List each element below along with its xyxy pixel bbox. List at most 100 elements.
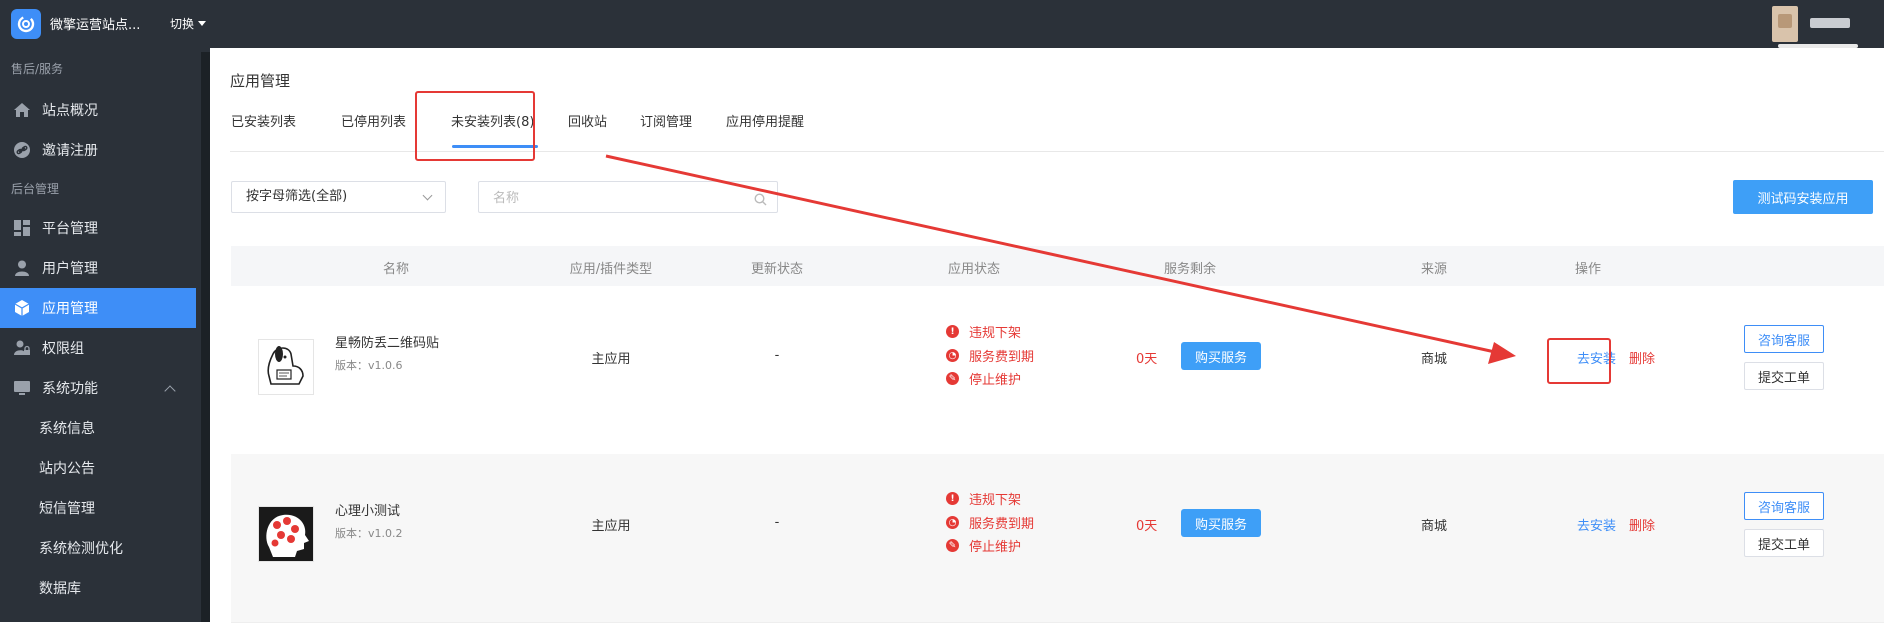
column-header-actions: 操作 xyxy=(1574,262,1602,277)
alert-icon: ! xyxy=(946,492,959,505)
table-row: 心理小测试 版本：v1.0.2 主应用 - ! 违规下架 ◔ 服务费到期 ✎ 停止维护… xyxy=(231,454,1884,623)
app-thumbnail-dog xyxy=(258,339,314,395)
sidebar-section-after-sales: 售后/服务 xyxy=(11,62,64,76)
alert-icon: ! xyxy=(946,325,959,338)
sidebar-subitem-system-check[interactable]: 系统检测优化 xyxy=(39,528,123,568)
sidebar-item-apps[interactable]: 应用管理 xyxy=(0,288,196,328)
table-header: 名称 应用/插件类型 更新状态 应用状态 服务剩余 来源 操作 xyxy=(231,246,1884,286)
cube-icon xyxy=(12,298,32,318)
tab-disabled[interactable]: 已停用列表 xyxy=(341,111,406,130)
update-status: - xyxy=(774,515,780,530)
app-type: 主应用 xyxy=(591,519,631,534)
sidebar-item-platform[interactable]: 平台管理 xyxy=(0,208,196,248)
sidebar-item-permissions[interactable]: 权限组 xyxy=(0,328,196,368)
logo-icon[interactable] xyxy=(11,9,41,39)
grid-icon xyxy=(12,218,32,238)
column-header-name: 名称 xyxy=(382,262,410,277)
service-days: 0天 xyxy=(1136,352,1158,367)
caret-down-icon xyxy=(198,21,207,26)
letter-filter-select[interactable]: 按字母筛选(全部) xyxy=(231,181,446,213)
clock-icon: ◔ xyxy=(946,349,959,362)
delete-link[interactable]: 删除 xyxy=(1629,515,1655,534)
user-avatar[interactable] xyxy=(1764,0,1884,48)
service-days: 0天 xyxy=(1136,519,1158,534)
page-title: 应用管理 xyxy=(230,72,291,90)
column-header-service-remaining: 服务剩余 xyxy=(1163,262,1217,277)
test-code-install-button[interactable]: 测试码安装应用 xyxy=(1733,180,1873,214)
submit-ticket-button[interactable]: 提交工单 xyxy=(1744,362,1824,390)
sidebar-item-overview[interactable]: 站点概况 xyxy=(0,90,196,130)
app-name: 星畅防丢二维码贴 xyxy=(335,336,440,351)
buy-service-button[interactable]: 购买服务 xyxy=(1181,509,1261,537)
sidebar: 售后/服务 站点概况 邀请注册 后台管理 平台管理 用户管理 应用管理 权限组 … xyxy=(0,48,210,622)
status-label: 服务费到期 xyxy=(969,517,1035,532)
status-stopped: ✎ 停止维护 xyxy=(946,536,1021,555)
app-source: 商城 xyxy=(1420,519,1448,534)
app-name: 心理小测试 xyxy=(335,504,401,519)
user-icon xyxy=(12,258,32,278)
sidebar-section-backend: 后台管理 xyxy=(11,182,60,196)
search-input[interactable] xyxy=(479,182,745,214)
tab-subscriptions[interactable]: 订阅管理 xyxy=(640,111,692,130)
home-icon xyxy=(12,100,32,120)
wrench-icon: ✎ xyxy=(946,539,959,552)
filter-select-value: 按字母筛选(全部) xyxy=(246,189,348,204)
status-fee-expired: ◔ 服务费到期 xyxy=(946,513,1034,532)
tab-recycle-bin[interactable]: 回收站 xyxy=(568,111,607,130)
status-stopped: ✎ 停止维护 xyxy=(946,369,1021,388)
top-bar: 微擎运营站点... 切换 xyxy=(0,0,1884,48)
tab-disable-reminder[interactable]: 应用停用提醒 xyxy=(726,111,804,130)
sidebar-item-invite[interactable]: 邀请注册 xyxy=(0,130,196,170)
sidebar-item-label: 平台管理 xyxy=(42,221,98,237)
sidebar-subitem-system-info[interactable]: 系统信息 xyxy=(39,408,95,448)
app-source: 商城 xyxy=(1420,352,1448,367)
status-violation: ! 违规下架 xyxy=(946,322,1021,341)
main-content: 应用管理 已安装列表 已停用列表 未安装列表(8) 回收站 订阅管理 应用停用提… xyxy=(210,48,1884,623)
sidebar-item-label: 用户管理 xyxy=(42,261,98,277)
sidebar-item-label: 邀请注册 xyxy=(42,143,98,159)
sidebar-item-label: 系统功能 xyxy=(42,381,98,397)
sidebar-item-label: 权限组 xyxy=(42,341,84,357)
search-box xyxy=(478,181,778,214)
search-icon[interactable] xyxy=(754,191,767,210)
user-lock-icon xyxy=(12,338,32,358)
sidebar-subitem-announcements[interactable]: 站内公告 xyxy=(39,448,95,488)
sidebar-subitem-database[interactable]: 数据库 xyxy=(39,568,81,608)
delete-link[interactable]: 删除 xyxy=(1629,348,1655,367)
sidebar-item-label: 站点概况 xyxy=(42,103,98,119)
link-icon xyxy=(12,140,32,160)
status-label: 违规下架 xyxy=(969,326,1022,341)
sidebar-item-users[interactable]: 用户管理 xyxy=(0,248,196,288)
status-violation: ! 违规下架 xyxy=(946,489,1021,508)
column-header-update: 更新状态 xyxy=(750,262,804,277)
table-row: 星畅防丢二维码贴 版本：v1.0.6 主应用 - ! 违规下架 ◔ 服务费到期 ✎ 停… xyxy=(231,286,1884,455)
monitor-icon xyxy=(12,378,32,398)
consult-support-button[interactable]: 咨询客服 xyxy=(1744,492,1824,520)
install-link[interactable]: 去安装 xyxy=(1577,515,1616,534)
chevron-down-icon xyxy=(422,190,433,201)
app-thumbnail-head xyxy=(258,506,314,562)
app-type: 主应用 xyxy=(591,352,631,367)
status-fee-expired: ◔ 服务费到期 xyxy=(946,346,1034,365)
column-header-type: 应用/插件类型 xyxy=(569,262,653,277)
switch-dropdown[interactable]: 切换 xyxy=(170,15,207,32)
annotation-highlight-tab xyxy=(415,91,535,161)
clock-icon: ◔ xyxy=(946,516,959,529)
consult-support-button[interactable]: 咨询客服 xyxy=(1744,325,1824,353)
switch-label: 切换 xyxy=(170,17,195,31)
submit-ticket-button[interactable]: 提交工单 xyxy=(1744,529,1824,557)
status-label: 停止维护 xyxy=(969,540,1022,555)
sidebar-subitem-sms[interactable]: 短信管理 xyxy=(39,488,95,528)
sidebar-scrollbar[interactable] xyxy=(201,52,210,622)
tab-installed[interactable]: 已安装列表 xyxy=(231,111,296,130)
column-header-status: 应用状态 xyxy=(947,262,1001,277)
buy-service-button[interactable]: 购买服务 xyxy=(1181,342,1261,370)
app-version: 版本：v1.0.6 xyxy=(335,359,403,372)
update-status: - xyxy=(774,348,780,363)
status-label: 违规下架 xyxy=(969,493,1022,508)
app-version: 版本：v1.0.2 xyxy=(335,527,403,540)
sidebar-item-label: 应用管理 xyxy=(42,301,98,317)
status-label: 停止维护 xyxy=(969,373,1022,388)
site-name[interactable]: 微擎运营站点... xyxy=(50,14,155,33)
status-label: 服务费到期 xyxy=(969,350,1035,365)
